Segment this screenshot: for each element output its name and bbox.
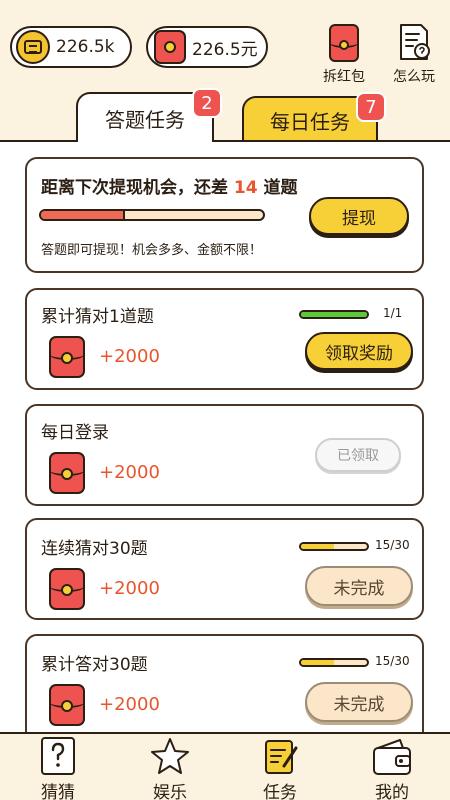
how-to-play-button[interactable]: 怎么玩 — [384, 22, 444, 86]
nav-item-mine-label: 我的 — [375, 783, 409, 800]
star-icon — [151, 738, 189, 774]
nav-item-tasks-label: 任务 — [263, 783, 297, 800]
coin-balance[interactable]: 226.5k — [10, 26, 132, 68]
bottom-nav: 猜猜 娱乐 任务 我的 — [0, 732, 450, 800]
tab-answer-tasks-label: 答题任务 — [105, 107, 185, 132]
task-progress-bar — [299, 310, 369, 319]
tab-answer-tasks-badge: 2 — [192, 88, 222, 118]
nav-item-guess-label: 猜猜 — [41, 783, 75, 800]
withdraw-title: 距离下次提现机会，还差 14 道题 — [41, 178, 298, 198]
task-list[interactable]: 距离下次提现机会，还差 14 道题 答题即可提现！机会多多、金额不限！ 提现 累… — [0, 142, 450, 744]
nav-item-entertainment[interactable]: 娱乐 — [130, 734, 210, 800]
withdraw-progress-fill — [41, 211, 126, 219]
red-packet-icon — [49, 684, 85, 726]
withdraw-note: 答题即可提现！机会多多、金额不限！ — [41, 243, 263, 258]
task-title: 累计答对30题 — [41, 655, 148, 675]
withdraw-button[interactable]: 提现 — [309, 197, 409, 235]
task-progress-bar — [299, 542, 369, 551]
tab-daily-tasks-label: 每日任务 — [270, 109, 350, 134]
task-reward: +2000 — [99, 578, 160, 599]
withdraw-card: 距离下次提现机会，还差 14 道题 答题即可提现！机会多多、金额不限！ 提现 — [25, 157, 424, 273]
how-to-play-label: 怎么玩 — [393, 69, 435, 85]
task-title: 连续猜对30题 — [41, 539, 148, 559]
task-card: 累计猜对1道题 1/1 +2000 领取奖励 — [25, 288, 424, 390]
task-progress-count: 1/1 — [383, 306, 403, 320]
tab-daily-tasks-badge: 7 — [356, 92, 386, 122]
wallet-icon — [373, 739, 411, 775]
task-reward: +2000 — [99, 462, 160, 483]
incomplete-button[interactable]: 未完成 — [305, 682, 413, 722]
nav-item-mine[interactable]: 我的 — [352, 734, 432, 800]
task-card: 连续猜对30题 15/30 +2000 未完成 — [25, 518, 424, 620]
cash-packet-icon — [154, 30, 186, 64]
cash-balance[interactable]: 226.5元 — [146, 26, 268, 68]
red-packet-icon — [49, 568, 85, 610]
tab-answer-tasks[interactable]: 答题任务 2 — [76, 88, 222, 142]
nav-item-entertainment-label: 娱乐 — [153, 783, 187, 800]
nav-item-tasks[interactable]: 任务 — [240, 734, 320, 800]
task-card: 每日登录 +2000 已领取 — [25, 404, 424, 506]
task-notebook-icon — [265, 740, 298, 774]
task-progress-count: 15/30 — [375, 538, 410, 552]
claimed-button[interactable]: 已领取 — [315, 438, 401, 472]
coin-icon — [16, 30, 50, 64]
red-packet-icon — [49, 336, 85, 378]
incomplete-button[interactable]: 未完成 — [305, 566, 413, 606]
cash-balance-value: 226.5元 — [192, 39, 258, 60]
task-card: 累计答对30题 15/30 +2000 未完成 — [25, 634, 424, 744]
task-reward: +2000 — [99, 346, 160, 367]
tab-divider — [0, 140, 450, 142]
task-progress-bar — [299, 658, 369, 667]
tab-daily-tasks[interactable]: 每日任务 7 — [242, 92, 386, 142]
task-progress-count: 15/30 — [375, 654, 410, 668]
task-title: 累计猜对1道题 — [41, 307, 154, 327]
withdraw-progress-bar — [39, 209, 265, 221]
task-title: 每日登录 — [41, 423, 109, 443]
question-card-icon — [41, 737, 75, 775]
nav-item-guess[interactable]: 猜猜 — [18, 734, 98, 800]
rules-icon — [400, 24, 430, 60]
red-packet-icon — [329, 24, 359, 62]
red-packet-icon — [49, 452, 85, 494]
coin-balance-value: 226.5k — [56, 37, 115, 57]
task-reward: +2000 — [99, 694, 160, 715]
claim-reward-button[interactable]: 领取奖励 — [305, 332, 413, 370]
open-red-packet-button[interactable]: 拆红包 — [314, 22, 374, 86]
withdraw-remaining: 14 — [233, 178, 258, 198]
task-tabs: 答题任务 2 每日任务 7 — [0, 88, 450, 142]
open-red-packet-label: 拆红包 — [323, 69, 365, 85]
